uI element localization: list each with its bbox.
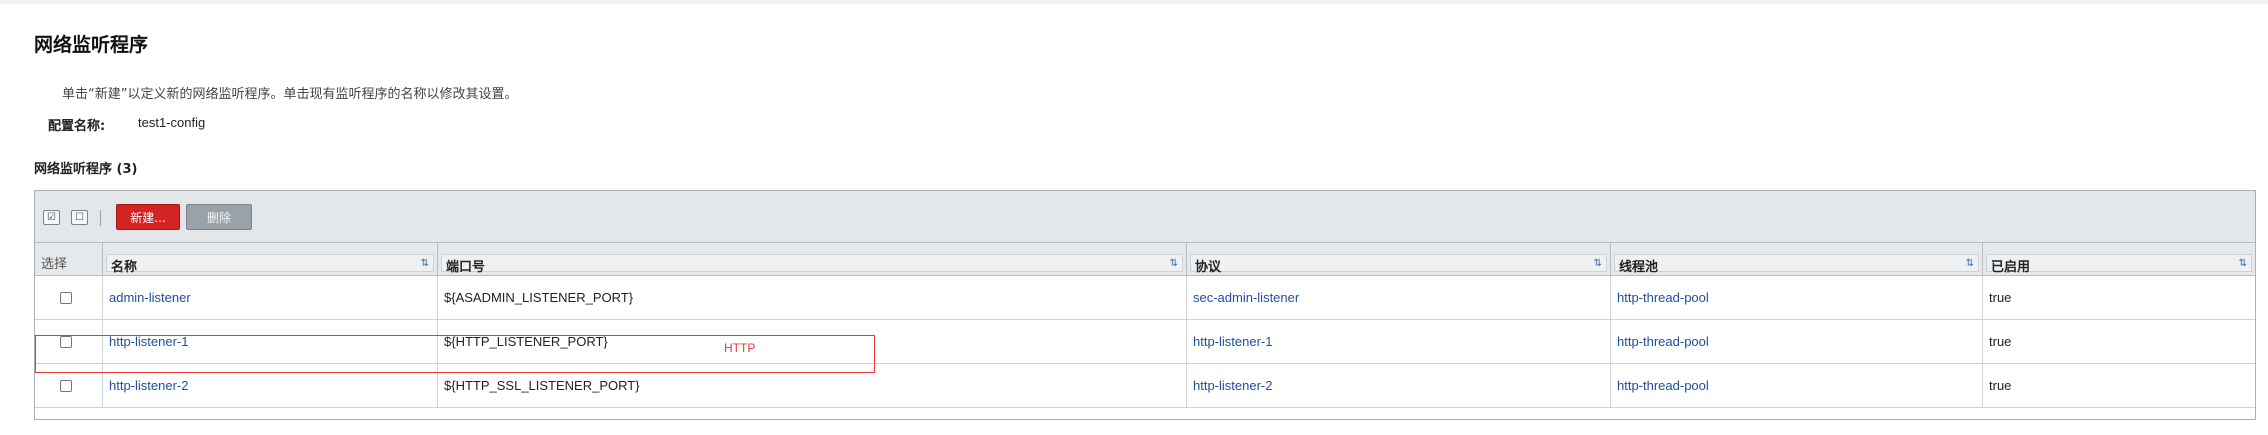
sort-icon[interactable]: ⇅ bbox=[1170, 258, 1178, 269]
column-header-thread-pool-box bbox=[1614, 254, 1979, 272]
page: 网络监听程序 单击“新建”以定义新的网络监听程序。单击现有监听程序的名称以修改其… bbox=[0, 0, 2268, 435]
select-all-icon[interactable]: ☑ bbox=[43, 210, 60, 225]
thread-pool-link[interactable]: http-thread-pool bbox=[1610, 364, 1982, 408]
table-header: 选择 名称 ⇅ 端口号 ⇅ 协议 ⇅ 线程池 ⇅ 已启用 ⇅ bbox=[35, 243, 2255, 276]
config-name-value: test1-config bbox=[138, 115, 206, 130]
protocol-link[interactable]: http-listener-1 bbox=[1186, 320, 1610, 364]
table-title: 网络监听程序 (3) bbox=[34, 162, 138, 177]
column-header-name-box bbox=[106, 254, 434, 272]
listeners-table: ☑ ☐ 新建... 删除 选择 名称 ⇅ 端口号 ⇅ 协议 ⇅ 线程池 ⇅ 已启… bbox=[34, 190, 2256, 420]
thread-pool-link[interactable]: http-thread-pool bbox=[1610, 320, 1982, 364]
toolbar-separator bbox=[100, 210, 101, 226]
select-cell bbox=[35, 276, 102, 320]
config-name-label: 配置名称: bbox=[48, 119, 106, 134]
column-label-select: 选择 bbox=[41, 257, 68, 272]
table-toolbar: ☑ ☐ 新建... 删除 bbox=[35, 191, 2255, 243]
column-header-protocol-box bbox=[1190, 254, 1607, 272]
protocol-link[interactable]: sec-admin-listener bbox=[1186, 276, 1610, 320]
column-label-enabled: 已启用 bbox=[1991, 260, 2031, 275]
sort-icon[interactable]: ⇅ bbox=[421, 258, 429, 269]
port-cell: ${ASADMIN_LISTENER_PORT} bbox=[437, 276, 1186, 320]
top-strip bbox=[0, 0, 2268, 4]
new-button[interactable]: 新建... bbox=[116, 204, 180, 230]
row-checkbox[interactable] bbox=[60, 292, 72, 304]
protocol-link[interactable]: http-listener-2 bbox=[1186, 364, 1610, 408]
thread-pool-link[interactable]: http-thread-pool bbox=[1610, 276, 1982, 320]
enabled-cell: true bbox=[1982, 320, 2255, 364]
table-row: admin-listener ${ASADMIN_LISTENER_PORT} … bbox=[35, 276, 2255, 320]
deselect-all-icon[interactable]: ☐ bbox=[71, 210, 88, 225]
delete-button[interactable]: 删除 bbox=[186, 204, 252, 230]
column-header-select: 选择 bbox=[35, 243, 102, 275]
column-label-port: 端口号 bbox=[446, 260, 486, 275]
column-header-enabled[interactable]: 已启用 ⇅ bbox=[1982, 243, 2255, 275]
column-header-port-box bbox=[441, 254, 1183, 272]
column-label-thread-pool: 线程池 bbox=[1619, 260, 1659, 275]
sort-icon[interactable]: ⇅ bbox=[1594, 258, 1602, 269]
help-text: 单击“新建”以定义新的网络监听程序。单击现有监听程序的名称以修改其设置。 bbox=[62, 87, 518, 102]
row-checkbox[interactable] bbox=[60, 380, 72, 392]
column-label-name: 名称 bbox=[111, 260, 138, 275]
listener-name-link[interactable]: admin-listener bbox=[102, 276, 437, 320]
annotation-label: HTTP bbox=[724, 341, 756, 355]
column-label-protocol: 协议 bbox=[1195, 260, 1222, 275]
column-header-thread-pool[interactable]: 线程池 ⇅ bbox=[1610, 243, 1982, 275]
sort-icon[interactable]: ⇅ bbox=[1966, 258, 1974, 269]
enabled-cell: true bbox=[1982, 364, 2255, 408]
page-title: 网络监听程序 bbox=[34, 34, 149, 56]
column-header-protocol[interactable]: 协议 ⇅ bbox=[1186, 243, 1610, 275]
column-header-name[interactable]: 名称 ⇅ bbox=[102, 243, 437, 275]
sort-icon[interactable]: ⇅ bbox=[2239, 258, 2247, 269]
enabled-cell: true bbox=[1982, 276, 2255, 320]
column-header-port[interactable]: 端口号 ⇅ bbox=[437, 243, 1186, 275]
